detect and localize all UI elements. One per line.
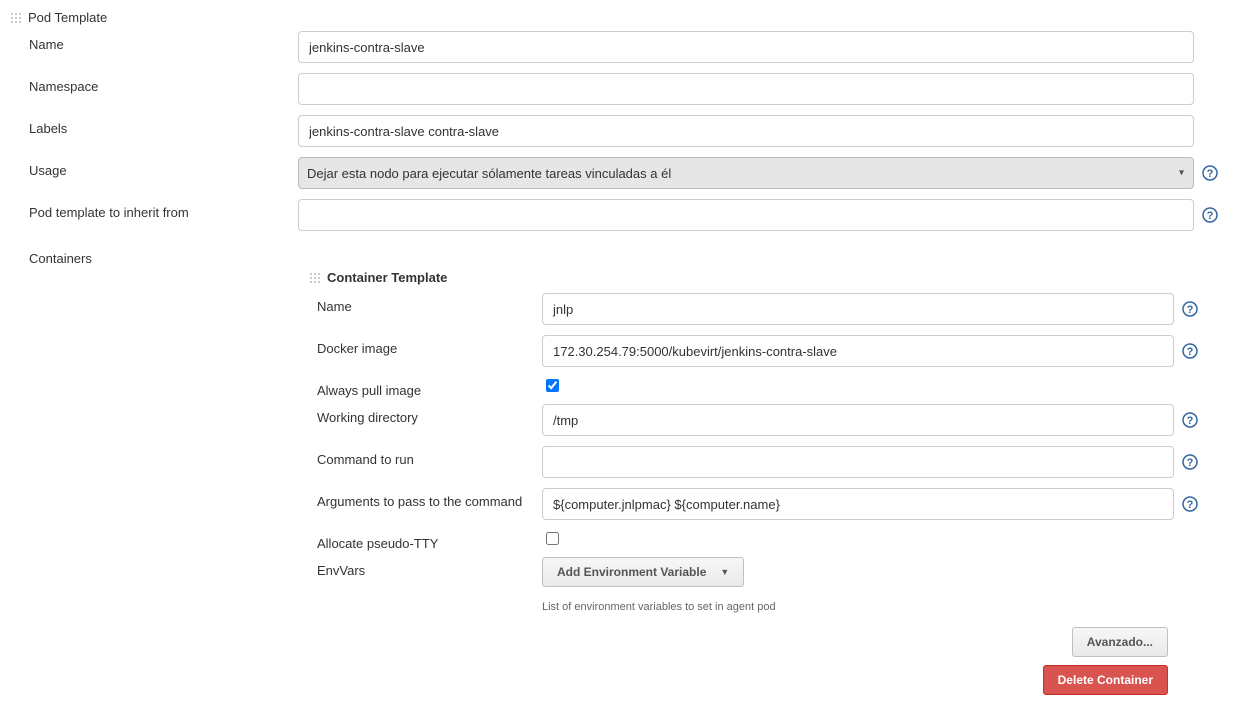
svg-text:?: ? bbox=[1207, 168, 1214, 180]
select-pod-usage[interactable]: Dejar esta nodo para ejecutar sólamente … bbox=[298, 157, 1194, 189]
help-icon[interactable]: ? bbox=[1202, 165, 1218, 181]
add-env-var-button[interactable]: Add Environment Variable ▼ bbox=[542, 557, 744, 587]
input-container-arguments[interactable] bbox=[542, 488, 1174, 520]
svg-text:?: ? bbox=[1207, 210, 1214, 222]
help-icon[interactable]: ? bbox=[1182, 343, 1198, 359]
pod-template-header: Pod Template bbox=[10, 10, 1224, 25]
container-template-title: Container Template bbox=[327, 270, 447, 285]
label-pod-name: Name bbox=[29, 31, 298, 52]
input-container-docker-image[interactable] bbox=[542, 335, 1174, 367]
help-icon[interactable]: ? bbox=[1182, 454, 1198, 470]
envvars-help-text: List of environment variables to set in … bbox=[542, 601, 776, 613]
label-pod-containers: Containers bbox=[29, 245, 298, 266]
label-container-docker-image: Docker image bbox=[317, 335, 542, 356]
input-pod-labels[interactable] bbox=[298, 115, 1194, 147]
container-template-header: Container Template bbox=[309, 270, 1198, 285]
pod-template-title: Pod Template bbox=[28, 10, 107, 25]
label-container-working-dir: Working directory bbox=[317, 404, 542, 425]
svg-text:?: ? bbox=[1187, 415, 1194, 427]
drag-handle-icon[interactable] bbox=[309, 272, 321, 284]
help-icon[interactable]: ? bbox=[1202, 207, 1218, 223]
input-container-command[interactable] bbox=[542, 446, 1174, 478]
label-pod-inherit: Pod template to inherit from bbox=[29, 199, 298, 220]
input-container-name[interactable] bbox=[542, 293, 1174, 325]
add-env-var-label: Add Environment Variable bbox=[557, 565, 706, 579]
input-container-working-dir[interactable] bbox=[542, 404, 1174, 436]
drag-handle-icon[interactable] bbox=[10, 12, 22, 24]
input-pod-namespace[interactable] bbox=[298, 73, 1194, 105]
label-container-envvars: EnvVars bbox=[317, 557, 542, 578]
label-pod-namespace: Namespace bbox=[29, 73, 298, 94]
label-pod-labels: Labels bbox=[29, 115, 298, 136]
input-pod-name[interactable] bbox=[298, 31, 1194, 63]
help-icon[interactable]: ? bbox=[1182, 301, 1198, 317]
svg-text:?: ? bbox=[1187, 457, 1194, 469]
chevron-down-icon: ▼ bbox=[720, 567, 729, 577]
label-container-arguments: Arguments to pass to the command bbox=[317, 488, 542, 509]
svg-text:?: ? bbox=[1187, 346, 1194, 358]
svg-text:?: ? bbox=[1187, 304, 1194, 316]
label-container-tty: Allocate pseudo-TTY bbox=[317, 530, 542, 551]
label-pod-usage: Usage bbox=[29, 157, 298, 178]
advanced-button[interactable]: Avanzado... bbox=[1072, 627, 1168, 657]
checkbox-always-pull[interactable] bbox=[546, 379, 559, 392]
label-container-command: Command to run bbox=[317, 446, 542, 467]
svg-text:?: ? bbox=[1187, 499, 1194, 511]
label-container-name: Name bbox=[317, 293, 542, 314]
delete-container-button[interactable]: Delete Container bbox=[1043, 665, 1168, 695]
input-pod-inherit[interactable] bbox=[298, 199, 1194, 231]
checkbox-tty[interactable] bbox=[546, 532, 559, 545]
help-icon[interactable]: ? bbox=[1182, 496, 1198, 512]
help-icon[interactable]: ? bbox=[1182, 412, 1198, 428]
label-container-always-pull: Always pull image bbox=[317, 377, 542, 398]
